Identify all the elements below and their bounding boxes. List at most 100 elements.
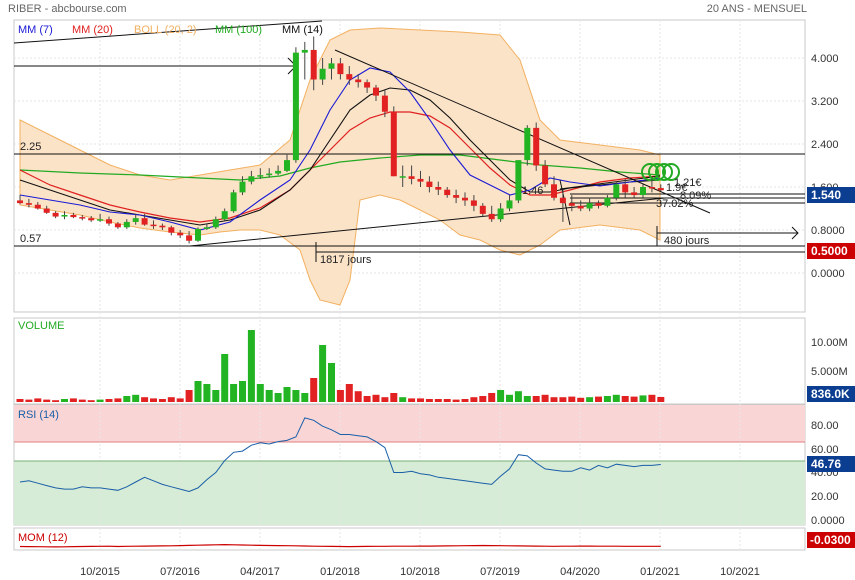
candle <box>292 47 299 163</box>
x-tick-label: 07/2019 <box>480 566 520 578</box>
candle-body-down <box>631 192 638 196</box>
volume-bar <box>506 394 513 402</box>
candle-body-down <box>186 235 193 241</box>
y-tick-label: 3.200 <box>811 96 839 108</box>
legend-mm100: MM (100) <box>215 24 262 36</box>
x-tick-label: 10/2015 <box>80 566 120 578</box>
candle-body-down <box>70 214 77 218</box>
candle-body-down <box>470 200 477 206</box>
volume-bar <box>514 391 522 402</box>
volume-bar <box>212 390 220 402</box>
volume-bar <box>345 384 353 402</box>
volume-bar <box>434 399 442 402</box>
candle-body-up <box>524 127 531 161</box>
volume-bar <box>425 399 433 402</box>
volume-bar <box>43 399 51 402</box>
support-label: 0.5000 <box>811 244 848 258</box>
volume-last-label: 836.0K <box>811 387 850 401</box>
volume-bar <box>16 399 24 402</box>
x-tick-label: 10/2021 <box>720 566 760 578</box>
volume-bar <box>256 384 264 402</box>
candle-body-down <box>141 218 148 225</box>
volume-bar <box>586 397 594 402</box>
volume-bar <box>381 397 389 402</box>
candle-body-down <box>34 204 41 209</box>
candle-body-down <box>435 187 442 190</box>
volume-bar <box>639 395 647 402</box>
candle-body-up <box>203 227 210 229</box>
rsi-overbought-zone <box>14 405 805 442</box>
volume-bar <box>497 390 505 402</box>
stock-chart[interactable]: MM (7) MM (20) BOLL (20, 2) MM (100) MM … <box>0 0 855 580</box>
candle-body-down <box>453 195 460 198</box>
mom-title: MOM (12) <box>18 532 68 544</box>
candle-body-down <box>25 203 32 205</box>
candle-body-up <box>328 63 335 69</box>
volume-bar <box>577 397 585 402</box>
volume-bar <box>550 397 558 402</box>
x-tick-label: 07/2016 <box>160 566 200 578</box>
y-tick-label: 10.00M <box>811 337 848 349</box>
y-tick-label: 20.00 <box>811 491 839 503</box>
candle-body-down <box>444 189 451 196</box>
candle-body-down <box>106 219 112 224</box>
volume-bar <box>595 396 602 402</box>
volume-bar <box>194 381 202 402</box>
candle-body-down <box>114 223 121 228</box>
candle-body-up <box>61 214 68 217</box>
candle-body-up <box>257 175 264 177</box>
rsi-y-axis: 80.00 60.00 40.00 20.00 0.0000 <box>811 420 845 527</box>
x-tick-label: 01/2021 <box>640 566 680 578</box>
y-tick-label: 0.0000 <box>811 268 845 280</box>
candle-body-down <box>52 212 59 217</box>
x-tick-label: 10/2018 <box>400 566 440 578</box>
candle <box>524 125 531 166</box>
candle-body-down <box>559 197 566 204</box>
volume-y-axis: 10.00M 5.000M <box>811 337 848 378</box>
volume-bar <box>612 394 620 402</box>
candle-body-up <box>640 187 646 196</box>
volume-bar <box>541 394 549 402</box>
legend-mm20: MM (20) <box>72 24 113 36</box>
volume-bar <box>630 396 638 402</box>
x-axis: 10/2015 07/2016 04/2017 01/2018 10/2018 … <box>80 566 760 578</box>
rsi-last-label: 46.76 <box>811 457 841 471</box>
candle-body-up <box>230 192 237 212</box>
volume-bar <box>470 397 478 402</box>
candle-body-down <box>568 203 575 206</box>
volume-bar <box>452 399 460 402</box>
volume-bar <box>408 398 416 402</box>
candle-body-down <box>595 203 602 206</box>
volume-bar <box>141 397 149 402</box>
legend-mm14: MM (14) <box>282 24 323 36</box>
volume-bar <box>372 394 380 402</box>
volume-bar <box>417 398 424 402</box>
candle-body-down <box>479 205 486 214</box>
volume-bar <box>69 398 77 402</box>
volume-bar <box>310 378 318 402</box>
volume-bar <box>461 399 469 402</box>
volume-bar <box>292 390 300 402</box>
rsi-title: RSI (14) <box>18 409 59 421</box>
volume-bar <box>61 399 68 402</box>
candle <box>230 189 237 213</box>
volume-bar <box>479 396 487 402</box>
volume-bar <box>176 398 184 402</box>
candle <box>390 106 397 177</box>
candle-body-down <box>488 213 495 220</box>
volume-bar <box>221 354 229 402</box>
level-label-top: 2.25 <box>20 141 41 153</box>
candle-body-down <box>657 188 664 191</box>
volume-bar <box>621 396 629 402</box>
candle <box>195 227 201 242</box>
candle-body-down <box>364 82 371 88</box>
price-mark-label: 1.46 <box>522 185 543 197</box>
candle-body-down <box>426 181 433 187</box>
candle-body-down <box>381 95 388 112</box>
candle-body-down <box>159 225 166 228</box>
volume-bar <box>319 345 327 402</box>
candle-body-up <box>319 68 326 80</box>
candle-body-up <box>301 49 308 53</box>
candle-body-up <box>248 176 255 182</box>
candle-body-down <box>17 200 23 204</box>
